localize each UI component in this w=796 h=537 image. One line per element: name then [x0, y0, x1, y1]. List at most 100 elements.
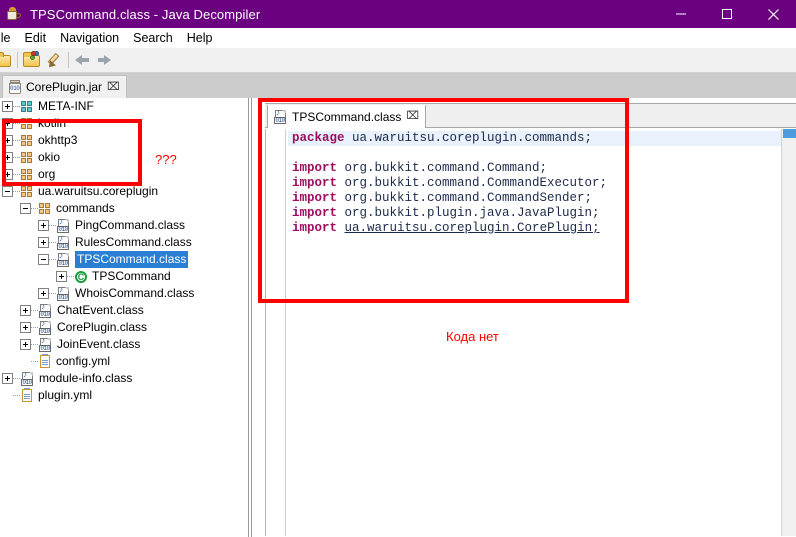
java-coffee-cup-icon — [6, 6, 22, 22]
back-arrow-icon[interactable] — [72, 49, 94, 71]
jar-tree-panel[interactable]: META-INF kotlin okhttp3 okio org ua.waruitsu.… — [0, 98, 245, 537]
editor-vertical-scrollbar[interactable] — [781, 129, 796, 536]
editor-panel: ♪ 010 TPSCommand.class ⌧ package ua.warui… — [257, 98, 796, 537]
tree-item-tpscommand[interactable]: C TPSCommand — [0, 268, 245, 285]
menu-item-edit[interactable]: Edit — [18, 28, 54, 48]
jar-tab-strip: 010 CorePlugin.jar ⌧ — [0, 73, 796, 98]
tree-item-rulescommand-class[interactable]: ♪ 010 RulesCommand.class — [0, 234, 245, 251]
maximize-button[interactable] — [704, 0, 750, 28]
java-decompiler-window: TPSCommand.class - Java Decompiler ile E… — [0, 0, 796, 537]
tree-item-okio[interactable]: okio — [0, 149, 245, 166]
tree-item-plugin-yml[interactable]: plugin.yml — [0, 387, 245, 404]
code-line: import org.bukkit.command.CommandSender; — [292, 191, 593, 205]
editor-tab-label: TPSCommand.class — [292, 109, 402, 124]
class-file-icon: ♪ 010 — [274, 108, 286, 124]
menu-item-help[interactable]: Help — [180, 28, 220, 48]
tree-expander-plus-icon[interactable] — [2, 169, 13, 180]
tree-expander-plus-icon[interactable] — [2, 101, 13, 112]
code-line: import org.bukkit.command.Command; — [292, 161, 548, 175]
tree-item-label: ChatEvent.class — [57, 303, 144, 317]
tree-item-label: commands — [56, 201, 115, 215]
menu-item-file[interactable]: ile — [0, 28, 18, 48]
package-icon — [20, 151, 34, 165]
tree-item-config-yml[interactable]: config.yml — [0, 353, 245, 370]
tree-item-commands[interactable]: commands — [0, 200, 245, 217]
open-type-icon[interactable] — [21, 49, 43, 71]
tree-expander-minus-icon[interactable] — [20, 203, 31, 214]
editor-tab-tpscommand[interactable]: ♪ 010 TPSCommand.class ⌧ — [267, 105, 427, 128]
minimize-button[interactable] — [658, 0, 704, 28]
jar-tab-label: CorePlugin.jar — [26, 80, 103, 94]
tree-item-tpscommand-class[interactable]: ♪ 010 TPSCommand.class — [0, 251, 245, 268]
tree-item-joinevent-class[interactable]: ♪ 010 JoinEvent.class — [0, 336, 245, 353]
tree-item-label: TPSCommand — [92, 269, 171, 283]
annotation-label-no-code: Кода нет — [446, 329, 499, 344]
tree-item-pingcommand-class[interactable]: ♪ 010 PingCommand.class — [0, 217, 245, 234]
tree-item-label: config.yml — [56, 354, 111, 368]
package-icon — [20, 168, 34, 182]
toolbar-divider-1 — [17, 52, 18, 68]
menu-item-navigation[interactable]: Navigation — [53, 28, 126, 48]
menu-bar: ile Edit Navigation Search Help — [0, 28, 796, 48]
close-button[interactable] — [750, 0, 796, 28]
toolbar-divider-2 — [68, 52, 69, 68]
tree-item-whoiscommand-class[interactable]: ♪ 010 WhoisCommand.class — [0, 285, 245, 302]
class-file-icon: ♪ 010 — [57, 234, 69, 250]
tree-item-meta-inf[interactable]: META-INF — [0, 98, 245, 115]
jar-tab-close-icon[interactable]: ⌧ — [107, 81, 120, 93]
editor-tab-close-icon[interactable]: ⌧ — [406, 111, 419, 122]
open-file-icon[interactable] — [0, 49, 14, 71]
tree-item-module-info-class[interactable]: ♪ 010 module-info.class — [0, 370, 245, 387]
code-line: import org.bukkit.command.CommandExecuto… — [292, 176, 608, 190]
panel-splitter[interactable] — [245, 98, 257, 537]
tree-expander-plus-icon[interactable] — [38, 288, 49, 299]
tree-item-label: CorePlugin.class — [57, 320, 148, 334]
tree-item-ua-waruitsu-coreplugin[interactable]: ua.waruitsu.coreplugin — [0, 183, 245, 200]
save-source-icon[interactable] — [43, 49, 65, 71]
tree-item-kotlin[interactable]: kotlin — [0, 115, 245, 132]
tree-item-label: okhttp3 — [38, 133, 78, 147]
tree-item-label: JoinEvent.class — [57, 337, 141, 351]
code-line: import ua.waruitsu.coreplugin.CorePlugin… — [292, 221, 600, 235]
source-code[interactable]: package ua.waruitsu.coreplugin.commands;… — [288, 129, 796, 536]
package-icon — [20, 134, 34, 148]
tree-item-org[interactable]: org — [0, 166, 245, 183]
package-icon — [38, 202, 52, 216]
window-controls — [658, 0, 796, 28]
tree-expander-plus-icon[interactable] — [2, 373, 13, 384]
tree-expander-plus-icon[interactable] — [20, 322, 31, 333]
jar-tab-coreplugin[interactable]: 010 CorePlugin.jar ⌧ — [2, 75, 127, 98]
forward-arrow-icon[interactable] — [94, 49, 116, 71]
tree-expander-plus-icon[interactable] — [38, 237, 49, 248]
tree-expander-plus-icon[interactable] — [2, 118, 13, 129]
jar-file-icon: 010 — [8, 79, 22, 95]
annotation-label-question-marks: ??? — [155, 152, 177, 167]
package-icon — [20, 100, 34, 114]
tree-expander-plus-icon[interactable] — [20, 339, 31, 350]
class-type-icon: C — [74, 270, 88, 284]
code-gutter — [266, 129, 286, 536]
tree-expander-plus-icon[interactable] — [38, 220, 49, 231]
tree-expander-plus-icon[interactable] — [2, 152, 13, 163]
title-bar: TPSCommand.class - Java Decompiler — [0, 0, 796, 28]
tree-expander-plus-icon[interactable] — [2, 135, 13, 146]
class-file-icon: ♪ 010 — [39, 302, 51, 318]
tree-item-label: TPSCommand.class — [75, 251, 189, 268]
tree-item-okhttp3[interactable]: okhttp3 — [0, 132, 245, 149]
editor-scroll-thumb[interactable] — [783, 129, 796, 138]
tree-item-label: okio — [38, 150, 61, 164]
menu-item-search[interactable]: Search — [126, 28, 180, 48]
tree-expander-minus-icon[interactable] — [38, 254, 49, 265]
tree-expander-plus-icon[interactable] — [20, 305, 31, 316]
class-file-icon: ♪ 010 — [57, 251, 69, 267]
tree-item-coreplugin-class[interactable]: ♪ 010 CorePlugin.class — [0, 319, 245, 336]
package-icon — [20, 185, 34, 199]
class-file-icon: ♪ 010 — [57, 217, 69, 233]
tree-item-label: META-INF — [38, 99, 94, 113]
tree-expander-plus-icon[interactable] — [56, 271, 67, 282]
code-area[interactable]: package ua.waruitsu.coreplugin.commands;… — [265, 129, 796, 536]
tree-expander-minus-icon[interactable] — [2, 186, 13, 197]
class-file-icon: ♪ 010 — [39, 336, 51, 352]
tree-item-chatevent-class[interactable]: ♪ 010 ChatEvent.class — [0, 302, 245, 319]
